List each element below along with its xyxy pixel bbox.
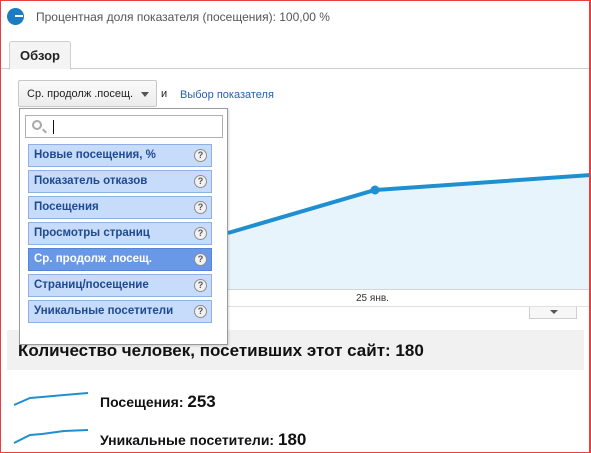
chart-data-point xyxy=(370,185,380,195)
metric-option-avg-visit-duration[interactable]: Ср. продолж .посещ. ? xyxy=(28,248,212,271)
metric-dropdown: Новые посещения, % ? Показатель отказов … xyxy=(19,108,228,345)
help-icon[interactable]: ? xyxy=(194,201,207,214)
metric-option-label: Новые посещения, % xyxy=(34,149,156,161)
metric-option-visits[interactable]: Посещения ? xyxy=(28,196,212,219)
help-icon[interactable]: ? xyxy=(194,305,207,318)
search-icon xyxy=(32,120,42,130)
and-label: и xyxy=(161,88,168,100)
metric-option-label: Уникальные посетители xyxy=(34,305,174,317)
help-icon[interactable]: ? xyxy=(194,149,207,162)
unique-visitors-sparkline xyxy=(13,429,89,444)
metric-search[interactable] xyxy=(25,115,223,138)
visits-sparkline xyxy=(13,392,89,406)
metric-search-input[interactable] xyxy=(50,118,218,135)
metric-option-label: Просмотры страниц xyxy=(34,227,150,239)
percent-share-text: Процентная доля показателя (посещения): … xyxy=(36,10,330,24)
help-icon[interactable]: ? xyxy=(194,253,207,266)
stat-visits: Посещения: 253 xyxy=(12,387,412,417)
stat-value: 180 xyxy=(278,430,307,449)
x-axis-tick-label: 25 янв. xyxy=(356,293,389,304)
choose-metric-link[interactable]: Выбор показателя xyxy=(180,89,274,101)
stat-unique-visitors: Уникальные посетители: 180 xyxy=(12,425,412,453)
help-icon[interactable]: ? xyxy=(194,175,207,188)
metric-select-value: Ср. продолж .посещ. xyxy=(27,88,134,100)
chevron-down-icon xyxy=(141,92,149,97)
tab-bar: Обзор xyxy=(0,35,591,70)
stat-label-text: Уникальные посетители: xyxy=(100,432,278,448)
help-icon[interactable]: ? xyxy=(194,227,207,240)
help-icon[interactable]: ? xyxy=(194,279,207,292)
metric-option-bounce-rate[interactable]: Показатель отказов ? xyxy=(28,170,212,193)
tab-overview[interactable]: Обзор xyxy=(9,41,71,70)
metric-option-label: Страниц/посещение xyxy=(34,279,149,291)
percent-header: Процентная доля показателя (посещения): … xyxy=(0,0,591,35)
stat-label-text: Посещения: xyxy=(100,394,188,410)
metric-option-label: Показатель отказов xyxy=(34,175,148,187)
pie-chart-icon xyxy=(7,8,24,25)
metric-select[interactable]: Ср. продолж .посещ. xyxy=(18,80,157,107)
stat-value: 253 xyxy=(187,392,216,411)
metric-option-unique-visitors[interactable]: Уникальные посетители ? xyxy=(28,300,212,323)
chart-expand-button[interactable] xyxy=(529,307,577,319)
metric-option-pageviews[interactable]: Просмотры страниц ? xyxy=(28,222,212,245)
metric-option-label: Посещения xyxy=(34,201,99,213)
chart-baseline xyxy=(228,289,591,290)
metric-option-label: Ср. продолж .посещ. xyxy=(34,253,152,265)
metric-option-new-visits[interactable]: Новые посещения, % ? xyxy=(28,144,212,167)
stat-label: Уникальные посетители: 180 xyxy=(100,430,306,450)
chart-area-fill xyxy=(228,175,591,289)
stat-label: Посещения: 253 xyxy=(100,392,216,412)
metric-option-pages-per-visit[interactable]: Страниц/посещение ? xyxy=(28,274,212,297)
